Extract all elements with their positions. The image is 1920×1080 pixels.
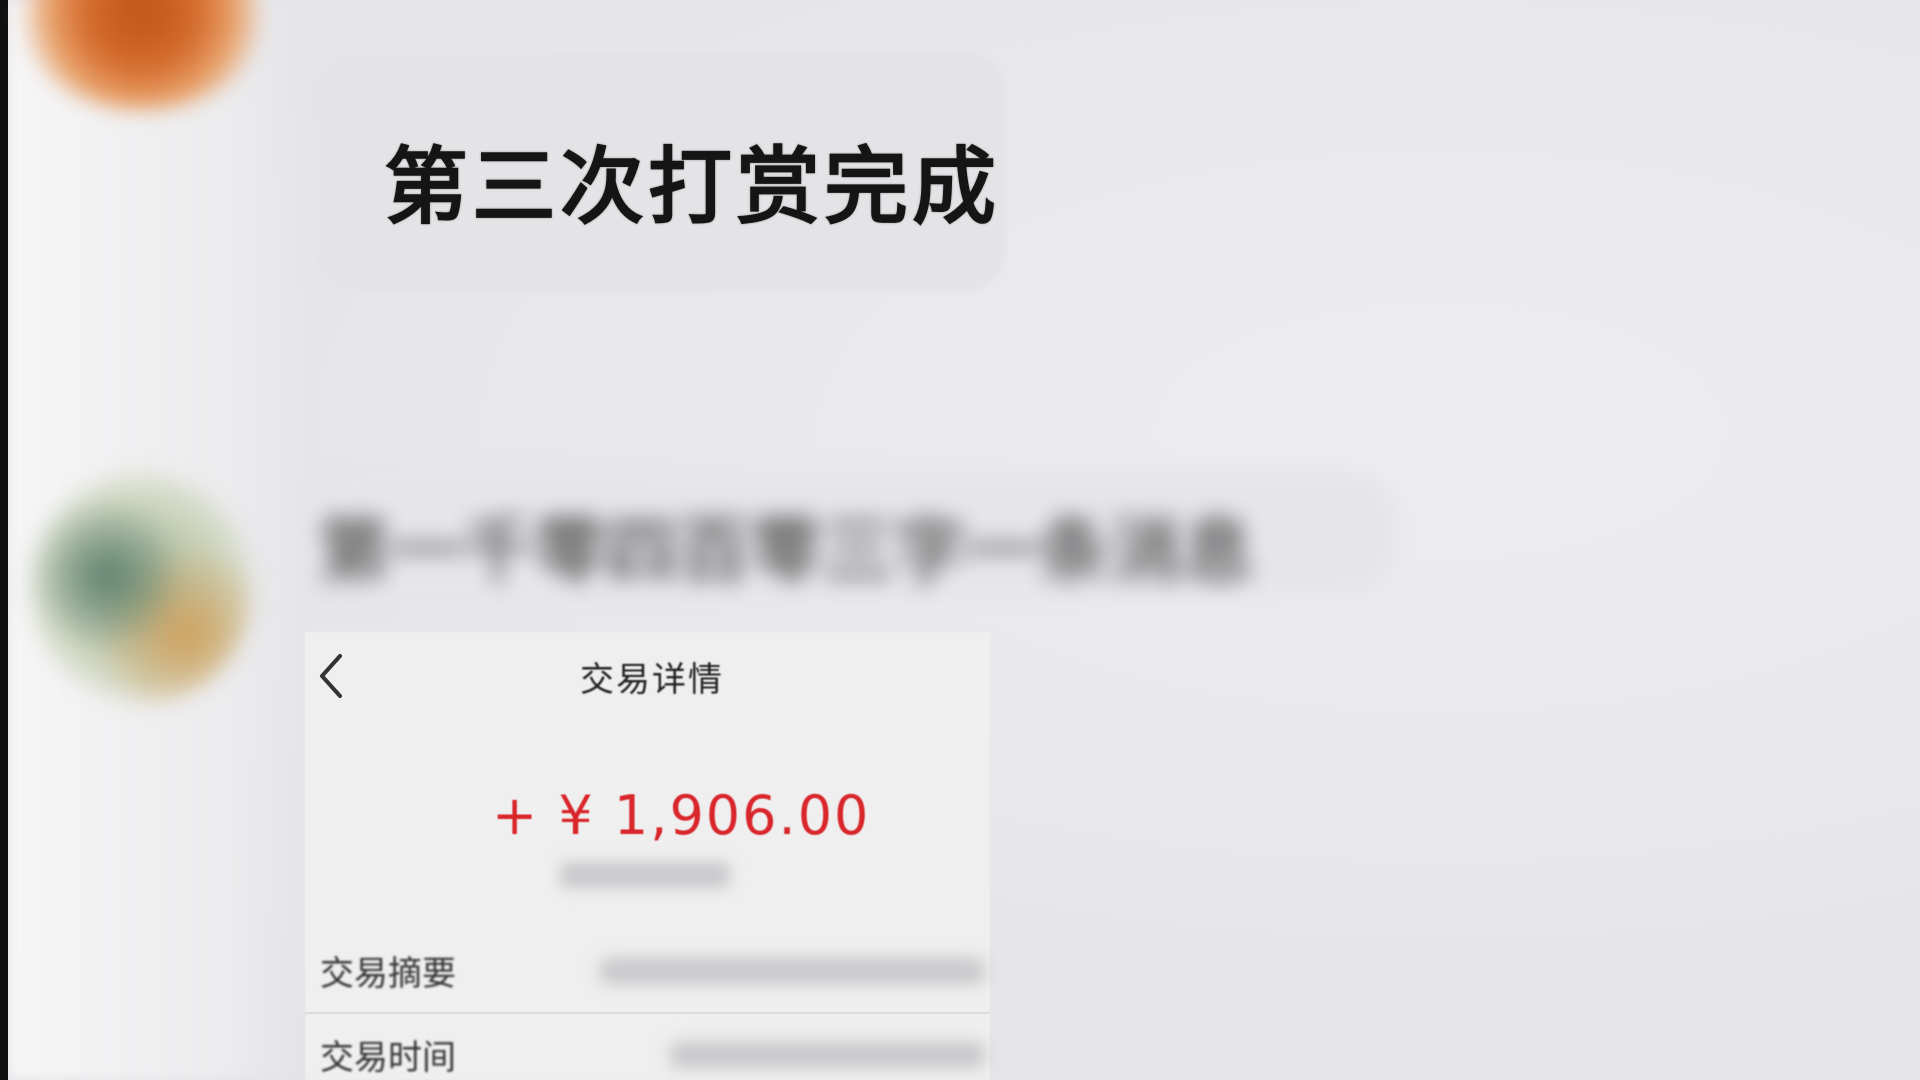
transaction-time-value-blurred — [670, 1042, 985, 1068]
chat-message-text: 第三次打赏完成 — [384, 138, 1001, 236]
transaction-amount: + ¥ 1,906.00 — [492, 784, 871, 847]
row-divider — [305, 1012, 990, 1014]
chevron-left-icon[interactable] — [312, 648, 352, 704]
transaction-summary-value-blurred — [600, 958, 985, 984]
screen-edge — [0, 0, 8, 1080]
transaction-summary-label: 交易摘要 — [320, 954, 456, 994]
transaction-time-label: 交易时间 — [320, 1038, 456, 1078]
transaction-header-title: 交易详情 — [580, 660, 724, 700]
transaction-status-blurred — [560, 862, 730, 888]
chat-message-text-blurred: 第一千零四百零三字一条消息 — [318, 509, 1255, 593]
avatar[interactable] — [28, 470, 253, 705]
